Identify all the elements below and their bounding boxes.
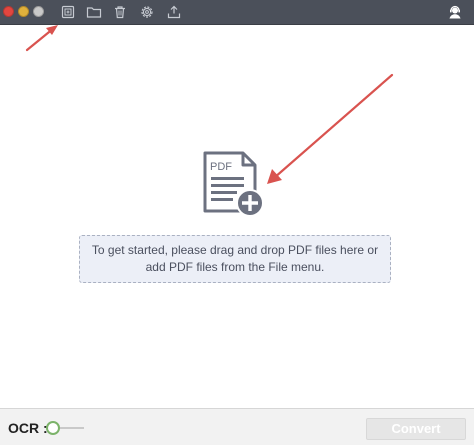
add-file-icon[interactable] [60,4,76,20]
support-agent-icon[interactable] [447,4,463,20]
ocr-toggle-knob[interactable] [46,421,60,435]
export-icon[interactable] [166,4,182,20]
pdf-badge-text: PDF [210,161,232,173]
gear-icon[interactable] [139,4,155,20]
trash-icon[interactable] [112,4,128,20]
convert-button[interactable]: Convert [366,418,466,440]
window-minimize-button[interactable] [18,6,29,17]
window-close-button[interactable] [3,6,14,17]
drop-zone[interactable]: To get started, please drag and drop PDF… [79,235,391,283]
drop-area[interactable]: PDF To get started, please drag and drop… [0,25,474,408]
folder-icon[interactable] [86,4,102,20]
drop-instructions: To get started, please drag and drop PDF… [91,243,379,274]
window-maximize-button[interactable] [33,6,44,17]
title-bar [0,0,474,25]
ocr-label: OCR : [8,420,48,436]
ocr-toggle[interactable] [46,421,84,435]
pdf-add-icon: PDF [202,151,266,217]
bottom-bar: OCR : Convert [0,408,474,445]
